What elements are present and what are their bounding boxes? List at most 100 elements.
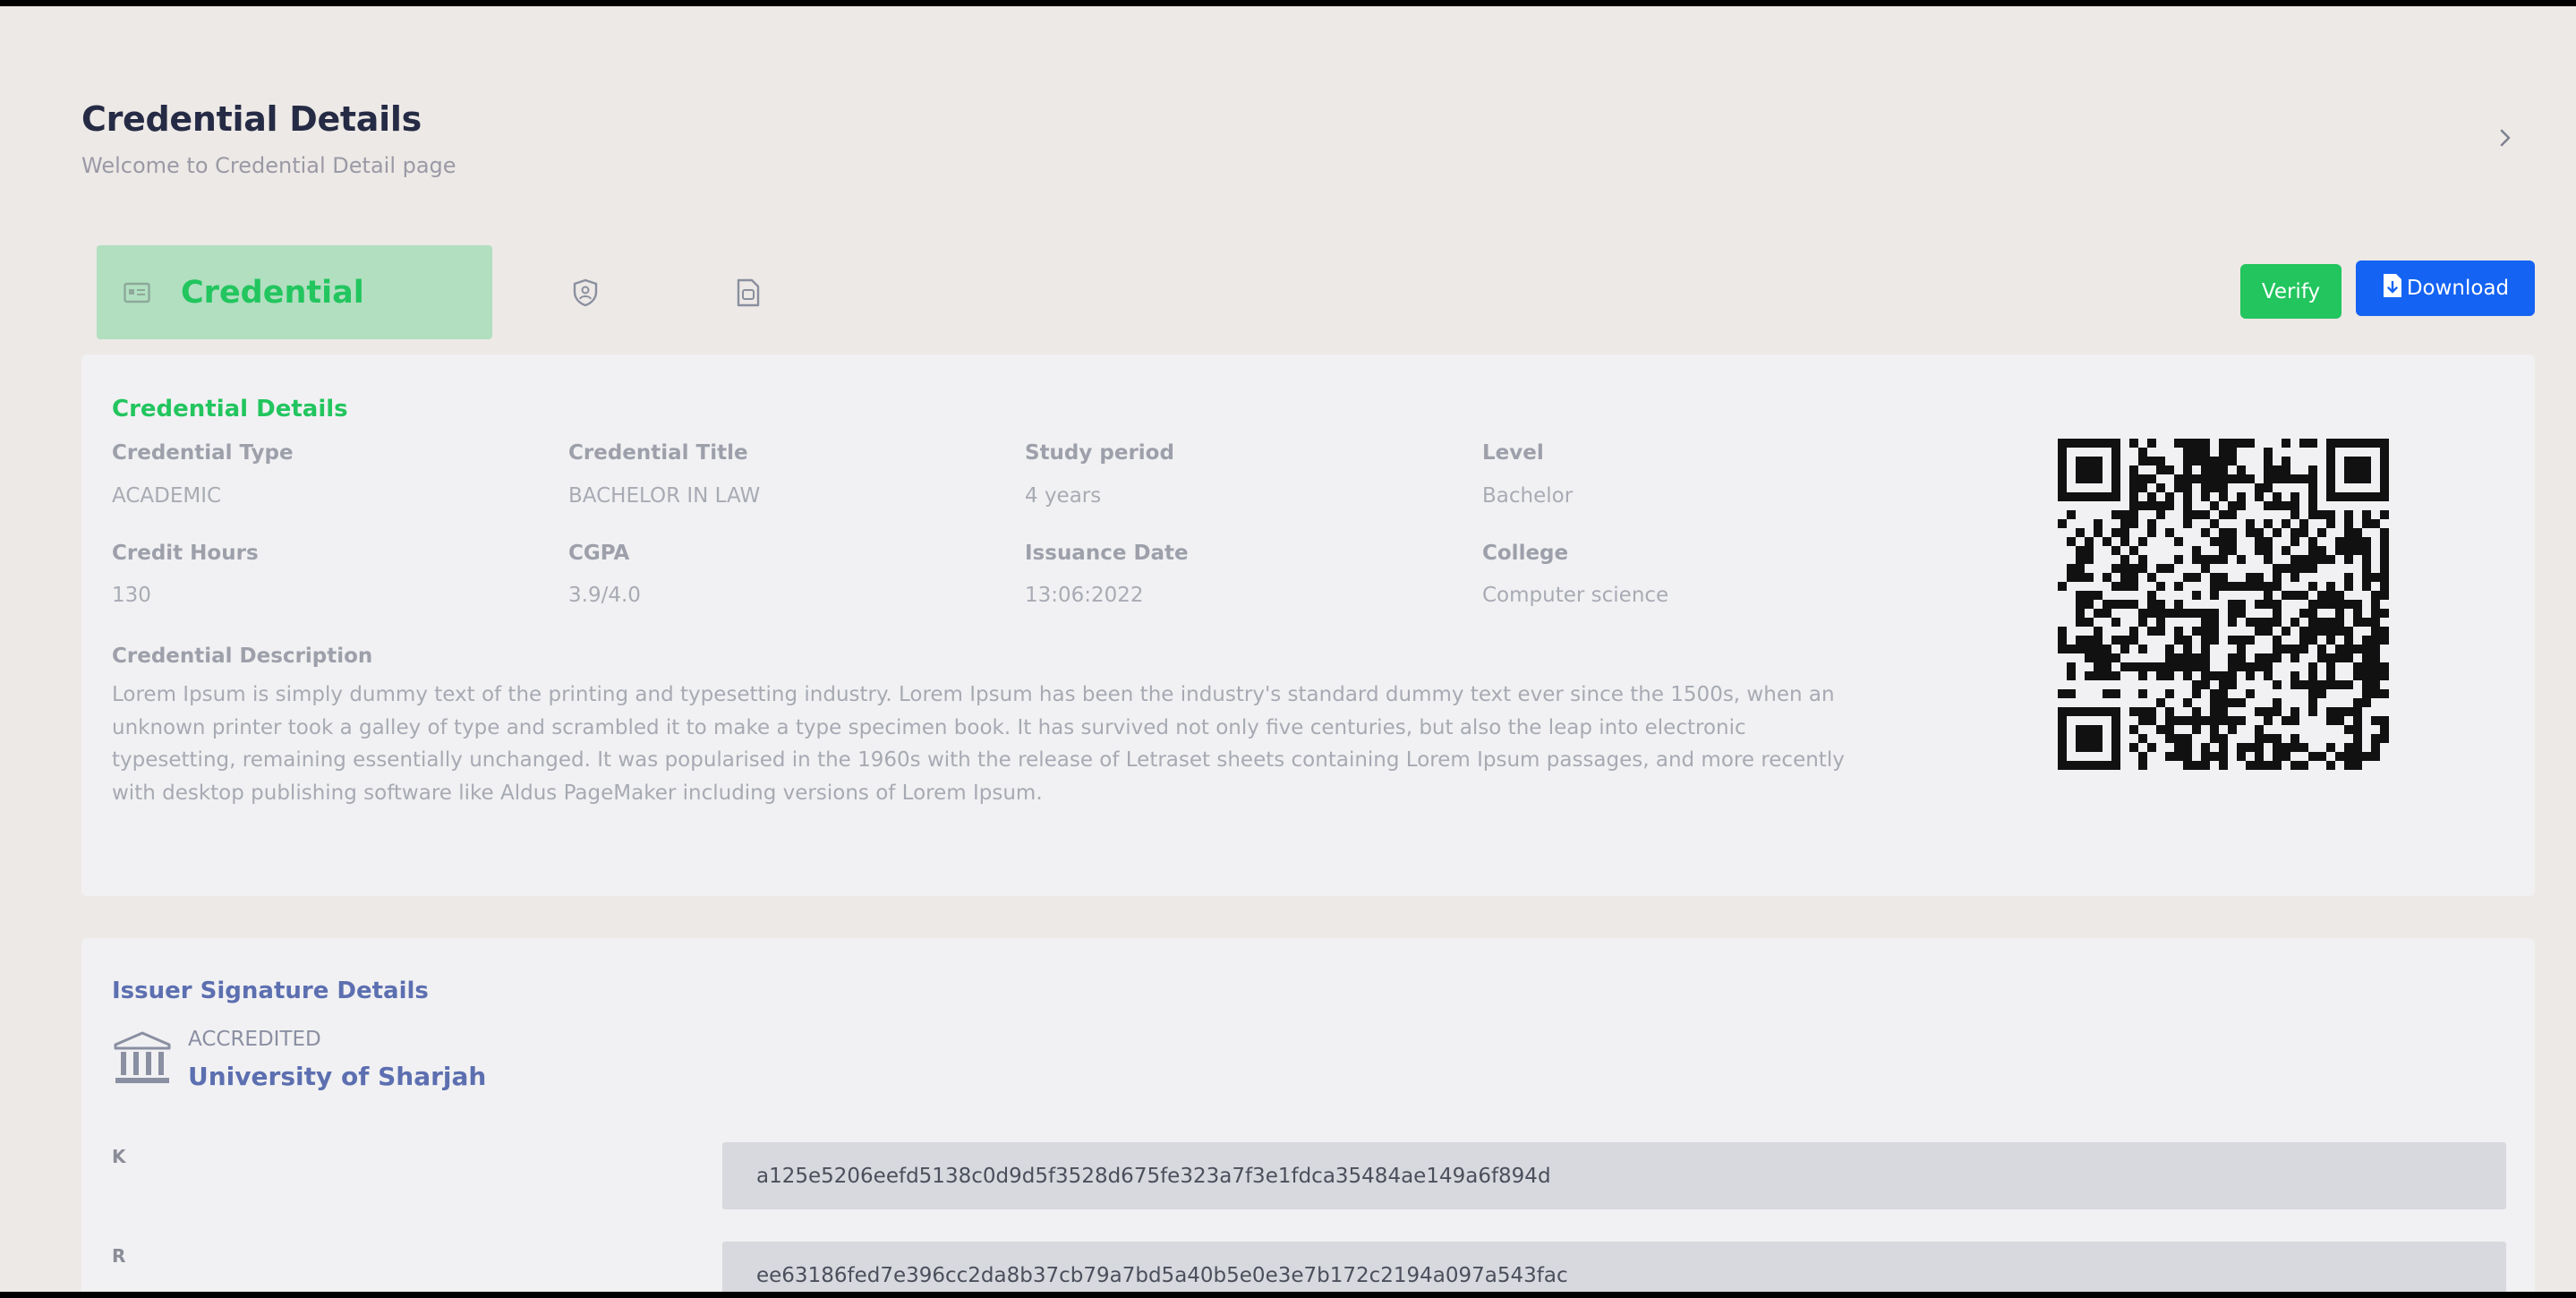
qr-module: [2371, 680, 2380, 689]
qr-module: [2308, 474, 2317, 483]
qr-module: [2290, 537, 2299, 546]
qr-module: [2246, 689, 2255, 698]
tab-badge[interactable]: [570, 278, 601, 310]
qr-module: [2264, 519, 2273, 528]
qr-module: [2094, 636, 2103, 645]
qr-module: [2103, 707, 2111, 716]
qr-module: [2353, 618, 2362, 627]
qr-module: [2129, 519, 2138, 528]
qr-module: [2183, 448, 2192, 457]
qr-module: [2120, 519, 2129, 528]
qr-module: [2076, 636, 2085, 645]
qr-module: [2111, 716, 2120, 725]
qr-module: [2371, 671, 2380, 680]
qr-module: [2183, 501, 2192, 510]
issuer-signature-card: Issuer Signature Details ACCREDITED Univ…: [81, 938, 2535, 1292]
qr-module: [2299, 555, 2308, 564]
qr-module: [2290, 680, 2299, 689]
qr-module: [2103, 653, 2111, 662]
qr-module: [2353, 671, 2362, 680]
qr-module: [2353, 734, 2362, 743]
qr-module: [2120, 662, 2129, 671]
qr-module: [2371, 591, 2380, 600]
qr-module: [2264, 662, 2273, 671]
qr-module: [2237, 636, 2246, 645]
file-download-icon: [2382, 272, 2403, 304]
qr-module: [2255, 707, 2264, 716]
qr-module: [2165, 662, 2174, 671]
qr-module: [2174, 743, 2183, 752]
qr-module: [2192, 546, 2201, 555]
qr-module: [2201, 609, 2210, 618]
chevron-right-icon[interactable]: [2492, 123, 2519, 153]
qr-module: [2183, 483, 2192, 492]
qr-module: [2308, 627, 2317, 636]
qr-module: [2353, 528, 2362, 537]
qr-module: [2111, 457, 2120, 465]
qr-module: [2308, 483, 2317, 492]
qr-module: [2067, 510, 2076, 519]
qr-module: [2219, 510, 2228, 519]
tab-credential[interactable]: Credential: [97, 245, 492, 339]
qr-module: [2192, 510, 2201, 519]
qr-module: [2371, 636, 2380, 645]
qr-module: [2067, 492, 2076, 501]
qr-module: [2282, 474, 2290, 483]
qr-module: [2219, 680, 2228, 689]
qr-module: [2085, 743, 2094, 752]
qr-module: [2246, 439, 2255, 448]
qr-module: [2335, 546, 2344, 555]
qr-module: [2129, 510, 2138, 519]
qr-module: [2138, 671, 2147, 680]
qr-module: [2138, 689, 2147, 698]
accreditation-status: ACCREDITED: [188, 1028, 321, 1051]
qr-module: [2201, 528, 2210, 537]
qr-module: [2353, 698, 2362, 707]
qr-module: [2282, 752, 2290, 761]
qr-module: [2273, 645, 2282, 653]
qr-module: [2255, 725, 2264, 734]
qr-module: [2111, 528, 2120, 537]
qr-module: [2210, 457, 2219, 465]
qr-module: [2371, 653, 2380, 662]
qr-module: [2362, 671, 2371, 680]
qr-module: [2246, 474, 2255, 483]
qr-module: [2246, 662, 2255, 671]
qr-module: [2228, 609, 2237, 618]
qr-module: [2371, 600, 2380, 609]
qr-module: [2129, 573, 2138, 582]
qr-module: [2290, 618, 2299, 627]
qr-module: [2264, 465, 2273, 474]
qr-module: [2094, 707, 2103, 716]
qr-module: [2299, 591, 2308, 600]
qr-module: [2210, 636, 2219, 645]
qr-module: [2174, 662, 2183, 671]
qr-module: [2362, 457, 2371, 465]
qr-module: [2111, 564, 2120, 573]
verify-button[interactable]: Verify: [2240, 264, 2341, 319]
tab-document[interactable]: [732, 278, 763, 310]
qr-module: [2094, 743, 2103, 752]
qr-module: [2353, 707, 2362, 716]
qr-module: [2138, 761, 2147, 770]
qr-module: [2076, 618, 2085, 627]
qr-module: [2138, 752, 2147, 761]
qr-module: [2255, 653, 2264, 662]
qr-module: [2290, 707, 2299, 716]
qr-module: [2219, 474, 2228, 483]
qr-module: [2237, 698, 2246, 707]
qr-module: [2174, 716, 2183, 725]
qr-module: [2147, 707, 2156, 716]
qr-module: [2282, 546, 2290, 555]
download-button[interactable]: Download: [2356, 260, 2535, 316]
qr-module: [2264, 448, 2273, 457]
qr-module: [2317, 645, 2326, 653]
credential-details-card: Credential Details Credential Type ACADE…: [81, 354, 2535, 896]
qr-module: [2094, 492, 2103, 501]
qr-module: [2344, 752, 2353, 761]
qr-module: [2192, 653, 2201, 662]
qr-module: [2371, 689, 2380, 698]
qr-module: [2138, 537, 2147, 546]
qr-module: [2362, 555, 2371, 564]
qr-module: [2076, 528, 2085, 537]
